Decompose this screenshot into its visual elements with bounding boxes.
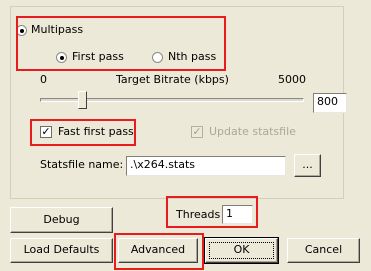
first-pass-label: First pass bbox=[72, 50, 124, 63]
update-statsfile-check-icon: ✓ bbox=[191, 125, 203, 138]
statsfile-browse-label: ... bbox=[302, 158, 313, 171]
fast-first-pass-check-icon[interactable]: ✓ bbox=[40, 126, 52, 138]
nth-pass-radio-icon[interactable] bbox=[152, 52, 163, 63]
advanced-label: Advanced bbox=[130, 243, 186, 256]
load-defaults-label: Load Defaults bbox=[23, 243, 100, 256]
bitrate-title: Target Bitrate (kbps) bbox=[116, 73, 229, 86]
statsfile-label: Statsfile name: bbox=[40, 158, 124, 171]
bitrate-value-input[interactable]: 800 bbox=[313, 93, 347, 113]
update-statsfile-checkbox[interactable]: ✓ Update statsfile bbox=[191, 125, 311, 140]
x264-settings-dialog: Multipass First pass Nth pass 0 Target B… bbox=[0, 0, 371, 271]
advanced-button[interactable]: Advanced bbox=[118, 238, 198, 263]
debug-button[interactable]: Debug bbox=[10, 207, 113, 233]
bitrate-slider-thumb[interactable] bbox=[78, 91, 88, 109]
first-pass-radio[interactable]: First pass bbox=[56, 50, 136, 65]
debug-button-label: Debug bbox=[43, 213, 80, 226]
ok-button[interactable]: OK bbox=[204, 237, 279, 264]
fast-first-pass-checkbox[interactable]: ✓ Fast first pass bbox=[40, 125, 140, 140]
threads-input[interactable]: 1 bbox=[222, 205, 253, 224]
statsfile-browse-button[interactable]: ... bbox=[294, 154, 321, 177]
cancel-label: Cancel bbox=[304, 243, 343, 256]
nth-pass-label: Nth pass bbox=[168, 50, 217, 63]
statsfile-input[interactable]: .\x264.stats bbox=[126, 156, 286, 176]
cancel-button[interactable]: Cancel bbox=[287, 238, 360, 263]
fast-first-pass-label: Fast first pass bbox=[58, 125, 134, 138]
ok-focus-rect bbox=[209, 242, 274, 259]
bitrate-max-label: 5000 bbox=[278, 73, 306, 86]
load-defaults-button[interactable]: Load Defaults bbox=[10, 238, 113, 263]
first-pass-radio-icon[interactable] bbox=[56, 52, 67, 63]
multipass-radio-icon[interactable] bbox=[16, 25, 27, 36]
update-statsfile-label: Update statsfile bbox=[209, 125, 296, 138]
multipass-label: Multipass bbox=[31, 23, 86, 37]
threads-label: Threads bbox=[176, 208, 221, 221]
bitrate-min-label: 0 bbox=[40, 73, 47, 86]
nth-pass-radio[interactable]: Nth pass bbox=[152, 50, 232, 65]
multipass-radio[interactable]: Multipass bbox=[16, 23, 106, 38]
